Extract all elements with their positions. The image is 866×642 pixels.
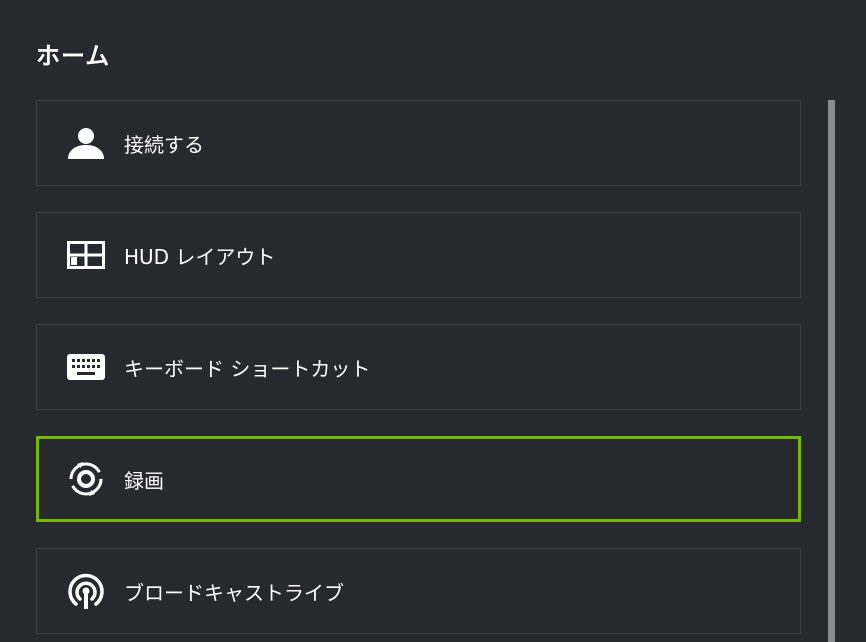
menu-item-connect[interactable]: 接続する [36, 100, 801, 186]
menu-item-label: 接続する [124, 132, 204, 157]
menu-item-hud-layout[interactable]: HUD レイアウト [36, 212, 801, 298]
menu-item-label: HUD レイアウト [124, 244, 276, 269]
menu-item-recording[interactable]: 録画 [36, 436, 801, 522]
broadcast-icon [66, 571, 106, 611]
menu-item-label: キーボード ショートカット [124, 356, 371, 381]
keyboard-icon [66, 347, 106, 387]
scrollbar[interactable] [828, 100, 835, 642]
menu-item-label: 録画 [124, 468, 164, 493]
menu-list: 接続する HUD レイアウト キーボード ショートカット 録画 ブロードキャスト… [36, 100, 801, 642]
menu-item-keyboard-shortcuts[interactable]: キーボード ショートカット [36, 324, 801, 410]
layout-grid-icon [66, 235, 106, 275]
home-panel: ホーム 接続する HUD レイアウト キーボード ショートカット 録画 ブロード… [0, 0, 866, 642]
menu-item-broadcast-live[interactable]: ブロードキャストライブ [36, 548, 801, 634]
record-icon [66, 459, 106, 499]
menu-item-label: ブロードキャストライブ [124, 580, 344, 605]
person-icon [66, 123, 106, 163]
page-title: ホーム [36, 42, 111, 70]
